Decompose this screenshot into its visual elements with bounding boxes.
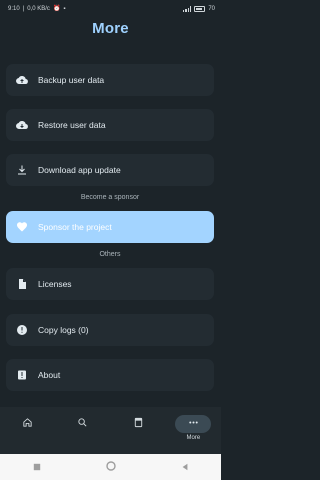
signal-icon — [182, 6, 192, 12]
page-title: More — [92, 20, 129, 37]
sponsor-the-project-button[interactable]: Sponsor the project — [6, 211, 214, 243]
licenses-button[interactable]: Licenses — [6, 268, 214, 300]
bottom-navigation: More — [0, 407, 221, 454]
item-label: Download app update — [38, 165, 121, 175]
nav-home[interactable] — [6, 415, 50, 433]
item-label: Backup user data — [38, 75, 105, 85]
item-label: Copy logs (0) — [38, 325, 89, 335]
item-label: Restore user data — [38, 120, 106, 130]
search-icon — [77, 415, 88, 433]
download-app-update-button[interactable]: Download app update — [6, 154, 214, 186]
restore-user-data-button[interactable]: Restore user data — [6, 109, 214, 141]
nav-search[interactable] — [61, 415, 105, 433]
section-label-others: Others — [99, 251, 121, 258]
book-icon — [133, 415, 144, 433]
info-box-icon — [16, 369, 28, 381]
more-icon — [188, 415, 199, 433]
backup-user-data-button[interactable]: Backup user data — [6, 64, 214, 96]
download-icon — [16, 164, 28, 176]
item-label: About — [38, 370, 61, 380]
recents-button[interactable] — [33, 458, 41, 476]
status-time: 9:10 — [8, 6, 20, 12]
battery-icon — [194, 6, 206, 12]
document-icon — [16, 278, 28, 290]
copy-logs-button[interactable]: Copy logs (0) — [6, 314, 214, 346]
item-label: Licenses — [38, 279, 72, 289]
notification-icon: ▪ — [63, 6, 66, 12]
alarm-icon: ⏰ — [52, 6, 61, 12]
status-bar: 9:10 | 0,0 KB/c ⏰ ▪ 70 — [8, 6, 215, 12]
home-button[interactable] — [105, 458, 116, 476]
item-label: Sponsor the project — [38, 222, 112, 232]
heart-icon — [16, 221, 28, 233]
nav-library[interactable] — [116, 415, 160, 433]
info-icon — [16, 324, 28, 336]
home-icon — [22, 415, 33, 433]
nav-more-label: More — [186, 435, 201, 441]
section-label-sponsor: Become a sponsor — [80, 194, 140, 201]
nav-more[interactable]: More — [171, 415, 215, 441]
cloud-upload-icon — [16, 74, 28, 86]
battery-level: 70 — [208, 6, 215, 12]
cloud-download-icon — [16, 119, 28, 131]
system-navigation-bar — [0, 454, 221, 480]
status-network-speed: 0,0 KB/c — [27, 6, 50, 12]
about-button[interactable]: About — [6, 359, 214, 391]
back-button[interactable] — [181, 458, 189, 476]
